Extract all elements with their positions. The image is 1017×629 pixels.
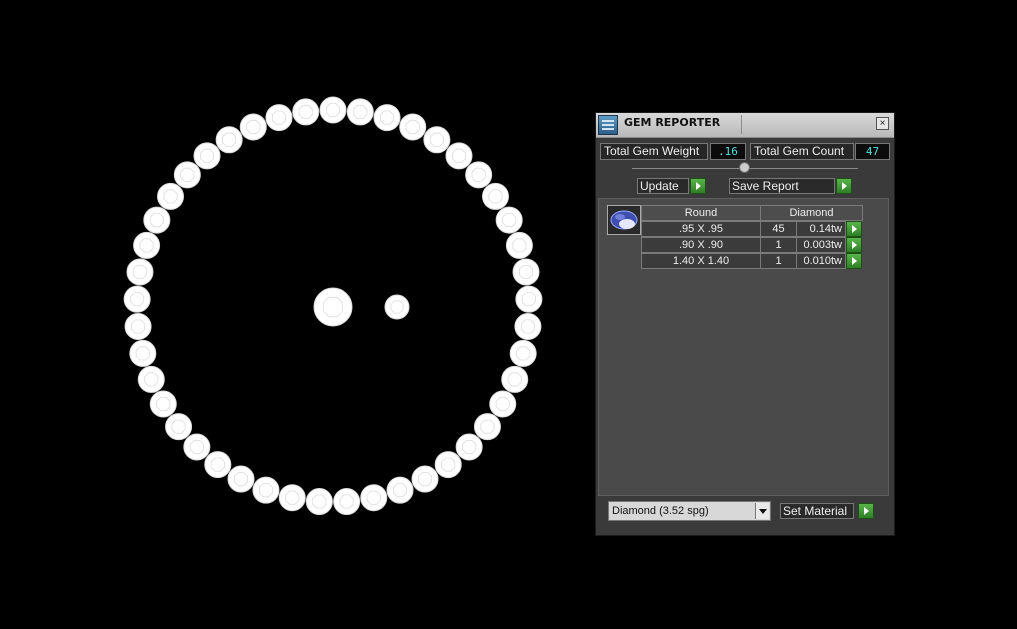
table-row-count: 1: [760, 237, 797, 253]
panel-title: GEM REPORTER: [624, 116, 721, 129]
gem-stone[interactable]: [333, 488, 361, 516]
gem-stone[interactable]: [227, 465, 255, 493]
gem-stone[interactable]: [173, 161, 201, 189]
gem-stone[interactable]: [515, 285, 543, 313]
gem-stone[interactable]: [373, 104, 401, 132]
gem-stone[interactable]: [495, 206, 523, 234]
title-separator: [741, 115, 742, 134]
save-report-go-button[interactable]: [836, 178, 852, 194]
gem-stone[interactable]: [124, 312, 152, 340]
gem-stone[interactable]: [399, 113, 427, 141]
update-button[interactable]: Update: [637, 178, 689, 194]
gem-stone[interactable]: [481, 182, 509, 210]
close-button[interactable]: ×: [876, 117, 889, 130]
gem-stone[interactable]: [512, 258, 540, 286]
gem-stone[interactable]: [384, 294, 410, 320]
row-select-button[interactable]: [846, 221, 862, 237]
gem-stone[interactable]: [239, 113, 267, 141]
gem-stone[interactable]: [411, 465, 439, 493]
gem-stone[interactable]: [252, 476, 280, 504]
gem-stone[interactable]: [165, 413, 193, 441]
gem-stone[interactable]: [514, 312, 542, 340]
gem-stone[interactable]: [509, 339, 537, 367]
gem-stone[interactable]: [204, 451, 232, 479]
gem-stone[interactable]: [455, 433, 483, 461]
gem-stone[interactable]: [501, 365, 529, 393]
gem-stone[interactable]: [319, 96, 347, 124]
set-material-go-button[interactable]: [858, 503, 874, 519]
gem-stone[interactable]: [215, 126, 243, 154]
gem-stone[interactable]: [423, 126, 451, 154]
gem-stone[interactable]: [183, 433, 211, 461]
gem-stone[interactable]: [149, 390, 177, 418]
set-material-button[interactable]: Set Material: [780, 503, 854, 519]
gem-reporter-panel: GEM REPORTER × Total Gem Weight .16 Tota…: [595, 112, 895, 536]
material-dropdown[interactable]: Diamond (3.52 spg): [608, 501, 771, 521]
material-dropdown-value: Diamond (3.52 spg): [612, 505, 709, 517]
gem-stone[interactable]: [505, 231, 533, 259]
gem-thumbnail-icon: [610, 210, 638, 230]
table-row-count: 1: [760, 253, 797, 269]
chevron-down-icon[interactable]: [755, 503, 769, 519]
table-row-count: 45: [760, 221, 797, 237]
table-row-weight: 0.14tw: [796, 221, 846, 237]
gem-reporter-icon: [598, 115, 618, 135]
splitter-handle[interactable]: [739, 162, 750, 173]
gem-stone[interactable]: [465, 161, 493, 189]
column-header-round: Round: [641, 205, 761, 221]
gem-stone[interactable]: [129, 339, 157, 367]
table-row-size: .95 X .95: [641, 221, 761, 237]
gem-thumbnail[interactable]: [607, 205, 641, 235]
gem-stone[interactable]: [133, 231, 161, 259]
gem-list-area: Round Diamond .95 X .95 45 0.14tw .90 X …: [598, 198, 889, 496]
gem-stone[interactable]: [193, 142, 221, 170]
table-row-weight: 0.010tw: [796, 253, 846, 269]
row-select-button[interactable]: [846, 237, 862, 253]
gem-stone[interactable]: [292, 98, 320, 126]
gem-stone[interactable]: [157, 182, 185, 210]
total-gem-weight-label: Total Gem Weight: [600, 143, 708, 160]
gem-stone[interactable]: [126, 258, 154, 286]
gem-stone[interactable]: [360, 484, 388, 512]
table-row-size: 1.40 X 1.40: [641, 253, 761, 269]
gem-stone[interactable]: [489, 390, 517, 418]
gem-stone[interactable]: [143, 206, 171, 234]
gem-stone[interactable]: [346, 98, 374, 126]
gem-stone[interactable]: [386, 476, 414, 504]
row-select-button[interactable]: [846, 253, 862, 269]
gem-stone[interactable]: [278, 484, 306, 512]
total-gem-count-value: 47: [855, 143, 890, 160]
gem-stone[interactable]: [123, 285, 151, 313]
column-header-diamond: Diamond: [760, 205, 863, 221]
save-report-button[interactable]: Save Report: [729, 178, 835, 194]
gem-stone[interactable]: [473, 413, 501, 441]
gem-stone[interactable]: [445, 142, 473, 170]
gem-stone[interactable]: [305, 488, 333, 516]
gem-stone[interactable]: [313, 287, 353, 327]
table-row-size: .90 X .90: [641, 237, 761, 253]
gem-stone[interactable]: [137, 365, 165, 393]
title-bar[interactable]: GEM REPORTER ×: [596, 113, 894, 138]
update-go-button[interactable]: [690, 178, 706, 194]
gem-stone[interactable]: [434, 451, 462, 479]
gem-stone[interactable]: [265, 104, 293, 132]
table-row-weight: 0.003tw: [796, 237, 846, 253]
total-gem-weight-value: .16: [710, 143, 746, 160]
total-gem-count-label: Total Gem Count: [750, 143, 854, 160]
